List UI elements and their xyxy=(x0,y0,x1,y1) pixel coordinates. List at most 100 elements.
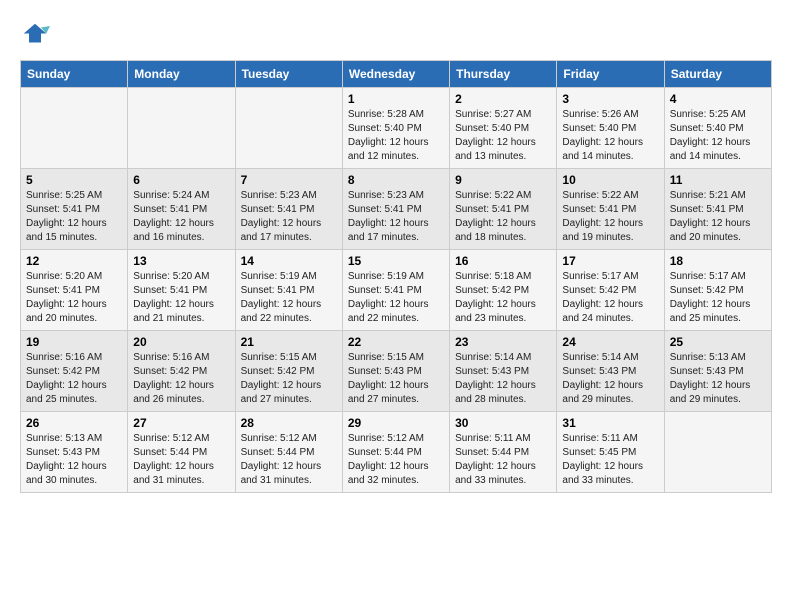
day-number: 17 xyxy=(562,254,658,268)
calendar-cell: 6 Sunrise: 5:24 AM Sunset: 5:41 PM Daylig… xyxy=(128,169,235,250)
column-header-monday: Monday xyxy=(128,61,235,88)
day-info: Sunrise: 5:12 AM Sunset: 5:44 PM Dayligh… xyxy=(133,432,229,488)
calendar-table: SundayMondayTuesdayWednesdayThursdayFrid… xyxy=(20,60,772,493)
calendar-week-3: 12 Sunrise: 5:20 AM Sunset: 5:41 PM Dayli… xyxy=(21,250,772,331)
calendar-cell xyxy=(664,412,771,493)
day-number: 13 xyxy=(133,254,229,268)
day-number: 5 xyxy=(26,173,122,187)
calendar-cell: 24Sunrise: 5:14 AM Sunset: 5:43 PM Dayli… xyxy=(557,331,664,412)
calendar-cell: 1Sunrise: 5:28 AM Sunset: 5:40 PM Daylig… xyxy=(342,88,449,169)
day-info: Sunrise: 5:15 AM Sunset: 5:43 PM Dayligh… xyxy=(348,351,444,407)
calendar-cell: 12 Sunrise: 5:20 AM Sunset: 5:41 PM Dayli… xyxy=(21,250,128,331)
calendar-cell: 8 Sunrise: 5:23 AM Sunset: 5:41 PM Daylig… xyxy=(342,169,449,250)
day-number: 20 xyxy=(133,335,229,349)
day-info: Sunrise: 5:24 AM Sunset: 5:41 PM Dayligh… xyxy=(133,189,229,245)
calendar-week-1: 1Sunrise: 5:28 AM Sunset: 5:40 PM Daylig… xyxy=(21,88,772,169)
day-info: Sunrise: 5:28 AM Sunset: 5:40 PM Dayligh… xyxy=(348,108,444,164)
day-info: Sunrise: 5:23 AM Sunset: 5:41 PM Dayligh… xyxy=(348,189,444,245)
day-number: 21 xyxy=(241,335,337,349)
day-number: 10 xyxy=(562,173,658,187)
day-info: Sunrise: 5:26 AM Sunset: 5:40 PM Dayligh… xyxy=(562,108,658,164)
day-info: Sunrise: 5:22 AM Sunset: 5:41 PM Dayligh… xyxy=(562,189,658,245)
day-number: 3 xyxy=(562,92,658,106)
calendar-cell: 4 Sunrise: 5:25 AM Sunset: 5:40 PM Daylig… xyxy=(664,88,771,169)
calendar-cell: 19Sunrise: 5:16 AM Sunset: 5:42 PM Dayli… xyxy=(21,331,128,412)
day-number: 31 xyxy=(562,416,658,430)
calendar-week-5: 26 Sunrise: 5:13 AM Sunset: 5:43 PM Dayli… xyxy=(21,412,772,493)
day-number: 16 xyxy=(455,254,551,268)
day-number: 14 xyxy=(241,254,337,268)
day-info: Sunrise: 5:13 AM Sunset: 5:43 PM Dayligh… xyxy=(670,351,766,407)
day-number: 9 xyxy=(455,173,551,187)
calendar-cell: 5 Sunrise: 5:25 AM Sunset: 5:41 PM Daylig… xyxy=(21,169,128,250)
calendar-cell: 15 Sunrise: 5:19 AM Sunset: 5:41 PM Dayli… xyxy=(342,250,449,331)
day-number: 22 xyxy=(348,335,444,349)
day-info: Sunrise: 5:11 AM Sunset: 5:45 PM Dayligh… xyxy=(562,432,658,488)
calendar-cell: 28 Sunrise: 5:12 AM Sunset: 5:44 PM Dayli… xyxy=(235,412,342,493)
day-info: Sunrise: 5:17 AM Sunset: 5:42 PM Dayligh… xyxy=(562,270,658,326)
header-row: SundayMondayTuesdayWednesdayThursdayFrid… xyxy=(21,61,772,88)
day-info: Sunrise: 5:14 AM Sunset: 5:43 PM Dayligh… xyxy=(455,351,551,407)
day-info: Sunrise: 5:19 AM Sunset: 5:41 PM Dayligh… xyxy=(241,270,337,326)
day-number: 24 xyxy=(562,335,658,349)
calendar-cell: 22 Sunrise: 5:15 AM Sunset: 5:43 PM Dayli… xyxy=(342,331,449,412)
day-number: 8 xyxy=(348,173,444,187)
day-info: Sunrise: 5:16 AM Sunset: 5:42 PM Dayligh… xyxy=(26,351,122,407)
column-header-sunday: Sunday xyxy=(21,61,128,88)
column-header-thursday: Thursday xyxy=(450,61,557,88)
day-number: 2 xyxy=(455,92,551,106)
calendar-cell: 10 Sunrise: 5:22 AM Sunset: 5:41 PM Dayli… xyxy=(557,169,664,250)
calendar-cell: 21 Sunrise: 5:15 AM Sunset: 5:42 PM Dayli… xyxy=(235,331,342,412)
day-info: Sunrise: 5:18 AM Sunset: 5:42 PM Dayligh… xyxy=(455,270,551,326)
day-number: 25 xyxy=(670,335,766,349)
calendar-cell: 11 Sunrise: 5:21 AM Sunset: 5:41 PM Dayli… xyxy=(664,169,771,250)
day-info: Sunrise: 5:22 AM Sunset: 5:41 PM Dayligh… xyxy=(455,189,551,245)
calendar-cell: 2Sunrise: 5:27 AM Sunset: 5:40 PM Daylig… xyxy=(450,88,557,169)
day-number: 15 xyxy=(348,254,444,268)
calendar-cell: 7Sunrise: 5:23 AM Sunset: 5:41 PM Daylig… xyxy=(235,169,342,250)
day-info: Sunrise: 5:21 AM Sunset: 5:41 PM Dayligh… xyxy=(670,189,766,245)
calendar-cell xyxy=(235,88,342,169)
calendar-cell: 20 Sunrise: 5:16 AM Sunset: 5:42 PM Dayli… xyxy=(128,331,235,412)
calendar-cell: 18 Sunrise: 5:17 AM Sunset: 5:42 PM Dayli… xyxy=(664,250,771,331)
day-info: Sunrise: 5:15 AM Sunset: 5:42 PM Dayligh… xyxy=(241,351,337,407)
calendar-cell: 25 Sunrise: 5:13 AM Sunset: 5:43 PM Dayli… xyxy=(664,331,771,412)
day-number: 28 xyxy=(241,416,337,430)
day-number: 30 xyxy=(455,416,551,430)
day-info: Sunrise: 5:13 AM Sunset: 5:43 PM Dayligh… xyxy=(26,432,122,488)
calendar-cell xyxy=(21,88,128,169)
calendar-cell: 23 Sunrise: 5:14 AM Sunset: 5:43 PM Dayli… xyxy=(450,331,557,412)
day-number: 12 xyxy=(26,254,122,268)
day-info: Sunrise: 5:20 AM Sunset: 5:41 PM Dayligh… xyxy=(133,270,229,326)
calendar-cell: 14 Sunrise: 5:19 AM Sunset: 5:41 PM Dayli… xyxy=(235,250,342,331)
day-info: Sunrise: 5:20 AM Sunset: 5:41 PM Dayligh… xyxy=(26,270,122,326)
day-number: 18 xyxy=(670,254,766,268)
column-header-saturday: Saturday xyxy=(664,61,771,88)
logo xyxy=(20,20,54,50)
calendar-cell: 3 Sunrise: 5:26 AM Sunset: 5:40 PM Daylig… xyxy=(557,88,664,169)
day-info: Sunrise: 5:25 AM Sunset: 5:41 PM Dayligh… xyxy=(26,189,122,245)
day-number: 7 xyxy=(241,173,337,187)
day-info: Sunrise: 5:16 AM Sunset: 5:42 PM Dayligh… xyxy=(133,351,229,407)
day-info: Sunrise: 5:12 AM Sunset: 5:44 PM Dayligh… xyxy=(348,432,444,488)
day-number: 29 xyxy=(348,416,444,430)
day-number: 4 xyxy=(670,92,766,106)
logo-icon xyxy=(20,20,50,50)
day-number: 6 xyxy=(133,173,229,187)
day-number: 11 xyxy=(670,173,766,187)
day-number: 23 xyxy=(455,335,551,349)
column-header-friday: Friday xyxy=(557,61,664,88)
calendar-cell: 17 Sunrise: 5:17 AM Sunset: 5:42 PM Dayli… xyxy=(557,250,664,331)
day-info: Sunrise: 5:11 AM Sunset: 5:44 PM Dayligh… xyxy=(455,432,551,488)
day-info: Sunrise: 5:19 AM Sunset: 5:41 PM Dayligh… xyxy=(348,270,444,326)
calendar-cell: 16 Sunrise: 5:18 AM Sunset: 5:42 PM Dayli… xyxy=(450,250,557,331)
calendar-header: SundayMondayTuesdayWednesdayThursdayFrid… xyxy=(21,61,772,88)
day-info: Sunrise: 5:12 AM Sunset: 5:44 PM Dayligh… xyxy=(241,432,337,488)
calendar-cell: 27Sunrise: 5:12 AM Sunset: 5:44 PM Dayli… xyxy=(128,412,235,493)
day-info: Sunrise: 5:17 AM Sunset: 5:42 PM Dayligh… xyxy=(670,270,766,326)
calendar-cell: 26 Sunrise: 5:13 AM Sunset: 5:43 PM Dayli… xyxy=(21,412,128,493)
calendar-cell xyxy=(128,88,235,169)
day-number: 26 xyxy=(26,416,122,430)
calendar-cell: 9 Sunrise: 5:22 AM Sunset: 5:41 PM Daylig… xyxy=(450,169,557,250)
day-info: Sunrise: 5:25 AM Sunset: 5:40 PM Dayligh… xyxy=(670,108,766,164)
